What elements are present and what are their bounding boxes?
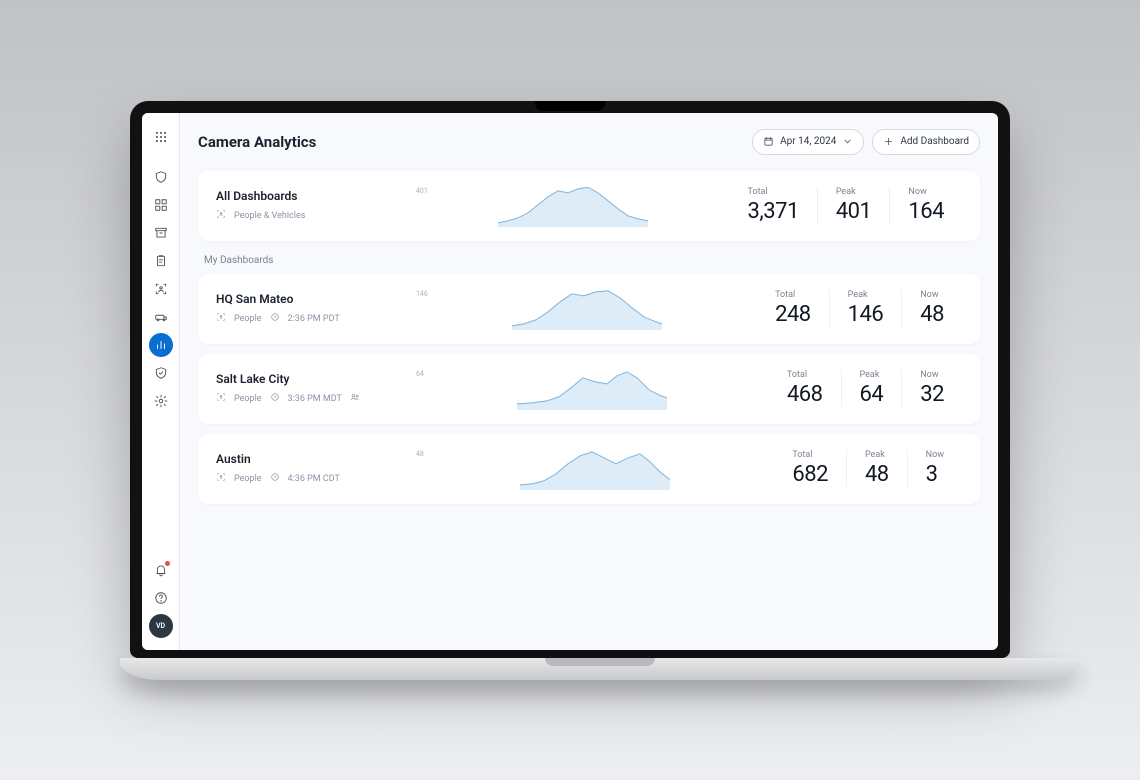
metric-peak: 48 xyxy=(865,462,889,487)
metric-label: Peak xyxy=(836,187,872,197)
archive-icon[interactable] xyxy=(149,221,173,245)
dashboard-card[interactable]: Salt Lake City People 3:36 PM MDT 64 xyxy=(198,354,980,424)
people-icon xyxy=(216,392,226,405)
spark-peak-label: 401 xyxy=(416,187,428,195)
date-picker[interactable]: Apr 14, 2024 xyxy=(752,129,864,155)
help-icon[interactable] xyxy=(149,586,173,610)
metric-label: Total xyxy=(748,187,799,197)
metric-total: 248 xyxy=(775,302,811,327)
sparkline: 64 xyxy=(416,368,769,410)
card-title: HQ San Mateo xyxy=(216,292,416,306)
date-value: Apr 14, 2024 xyxy=(780,136,836,147)
card-type: People xyxy=(234,314,262,324)
people-detect-icon[interactable] xyxy=(149,277,173,301)
sparkline-all: 401 xyxy=(416,185,730,227)
metric-peak: 146 xyxy=(848,302,884,327)
metric-label: Now xyxy=(920,370,944,380)
metric-label: Now xyxy=(908,187,944,197)
settings-icon[interactable] xyxy=(149,389,173,413)
card-type: People xyxy=(234,394,262,404)
notifications-icon[interactable] xyxy=(149,558,173,582)
metric-label: Total xyxy=(775,290,811,300)
shield-icon[interactable] xyxy=(149,165,173,189)
card-subtitle: People & Vehicles xyxy=(234,211,305,221)
card-title: Salt Lake City xyxy=(216,372,416,386)
add-dashboard-button[interactable]: Add Dashboard xyxy=(872,129,980,155)
shared-icon xyxy=(350,392,360,405)
topbar: Camera Analytics Apr 14, 2024 Add Dashbo… xyxy=(198,129,980,155)
card-title: All Dashboards xyxy=(216,189,416,203)
people-icon xyxy=(216,472,226,485)
metric-now: 164 xyxy=(908,199,944,224)
card-type: People xyxy=(234,474,262,484)
metric-label: Now xyxy=(926,450,944,460)
card-time: 2:36 PM PDT xyxy=(288,314,340,324)
card-time: 3:36 PM MDT xyxy=(288,394,342,404)
metric-now: 3 xyxy=(926,462,944,487)
metric-peak: 64 xyxy=(860,382,884,407)
add-dashboard-label: Add Dashboard xyxy=(900,136,969,147)
security-icon[interactable] xyxy=(149,361,173,385)
grid-icon[interactable] xyxy=(149,193,173,217)
avatar-initials: VD xyxy=(156,622,165,630)
metric-peak: 401 xyxy=(836,199,872,224)
metric-total: 3,371 xyxy=(748,199,799,224)
clock-icon xyxy=(270,472,280,485)
clock-icon xyxy=(270,392,280,405)
spark-peak-label: 64 xyxy=(416,370,424,378)
sparkline: 146 xyxy=(416,288,757,330)
metric-total: 468 xyxy=(787,382,823,407)
avatar[interactable]: VD xyxy=(149,614,173,638)
dashboard-card[interactable]: Austin People 4:36 PM CDT 48 xyxy=(198,434,980,504)
all-dashboards-card[interactable]: All Dashboards People & Vehicles 401 xyxy=(198,171,980,241)
metric-label: Total xyxy=(792,450,828,460)
card-time: 4:36 PM CDT xyxy=(288,474,340,484)
vehicle-icon[interactable] xyxy=(149,305,173,329)
sparkline: 48 xyxy=(416,448,774,490)
people-icon xyxy=(216,312,226,325)
analytics-icon[interactable] xyxy=(149,333,173,357)
metric-label: Now xyxy=(920,290,944,300)
clock-icon xyxy=(270,312,280,325)
metric-now: 48 xyxy=(920,302,944,327)
page-title: Camera Analytics xyxy=(198,133,316,151)
metric-now: 32 xyxy=(920,382,944,407)
apps-icon[interactable] xyxy=(149,125,173,149)
card-title: Austin xyxy=(216,452,416,466)
people-vehicles-icon xyxy=(216,209,226,222)
sidebar: VD xyxy=(142,113,180,650)
spark-peak-label: 48 xyxy=(416,450,424,458)
metric-label: Peak xyxy=(848,290,884,300)
main-content: Camera Analytics Apr 14, 2024 Add Dashbo… xyxy=(180,113,998,650)
metric-label: Peak xyxy=(860,370,884,380)
metric-label: Total xyxy=(787,370,823,380)
clipboard-icon[interactable] xyxy=(149,249,173,273)
dashboard-card[interactable]: HQ San Mateo People 2:36 PM PDT 146 xyxy=(198,274,980,344)
section-my-dashboards: My Dashboards xyxy=(204,255,980,266)
metric-total: 682 xyxy=(792,462,828,487)
spark-peak-label: 146 xyxy=(416,290,428,298)
metric-label: Peak xyxy=(865,450,889,460)
